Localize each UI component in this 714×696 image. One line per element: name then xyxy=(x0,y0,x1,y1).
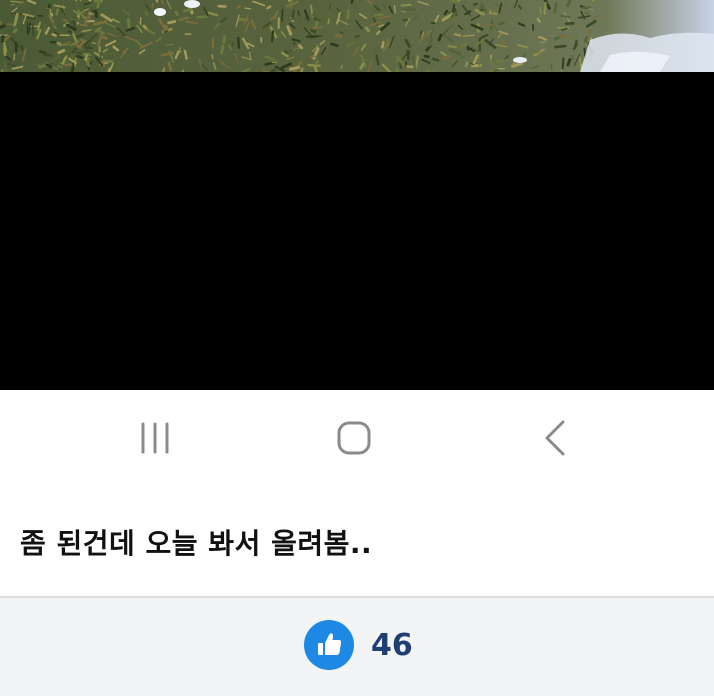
like-button[interactable]: 46 xyxy=(304,620,413,670)
black-video-area xyxy=(0,72,714,390)
system-navigation-bar xyxy=(0,390,714,486)
recent-apps-button[interactable] xyxy=(125,408,185,468)
recent-apps-icon xyxy=(141,422,169,454)
back-icon xyxy=(545,420,565,456)
reaction-footer: 46 xyxy=(0,598,714,696)
shrub-photo-image xyxy=(0,0,714,72)
thumbs-up-icon xyxy=(318,633,342,655)
post-caption: 좀 된건데 오늘 봐서 올려봄.. xyxy=(20,527,373,560)
back-button[interactable] xyxy=(525,408,585,468)
home-icon xyxy=(337,421,371,455)
like-badge xyxy=(304,620,354,670)
post-photo xyxy=(0,0,714,72)
like-count: 46 xyxy=(371,627,413,663)
post-view: 좀 된건데 오늘 봐서 올려봄.. 46 xyxy=(0,0,714,696)
home-button[interactable] xyxy=(324,408,384,468)
